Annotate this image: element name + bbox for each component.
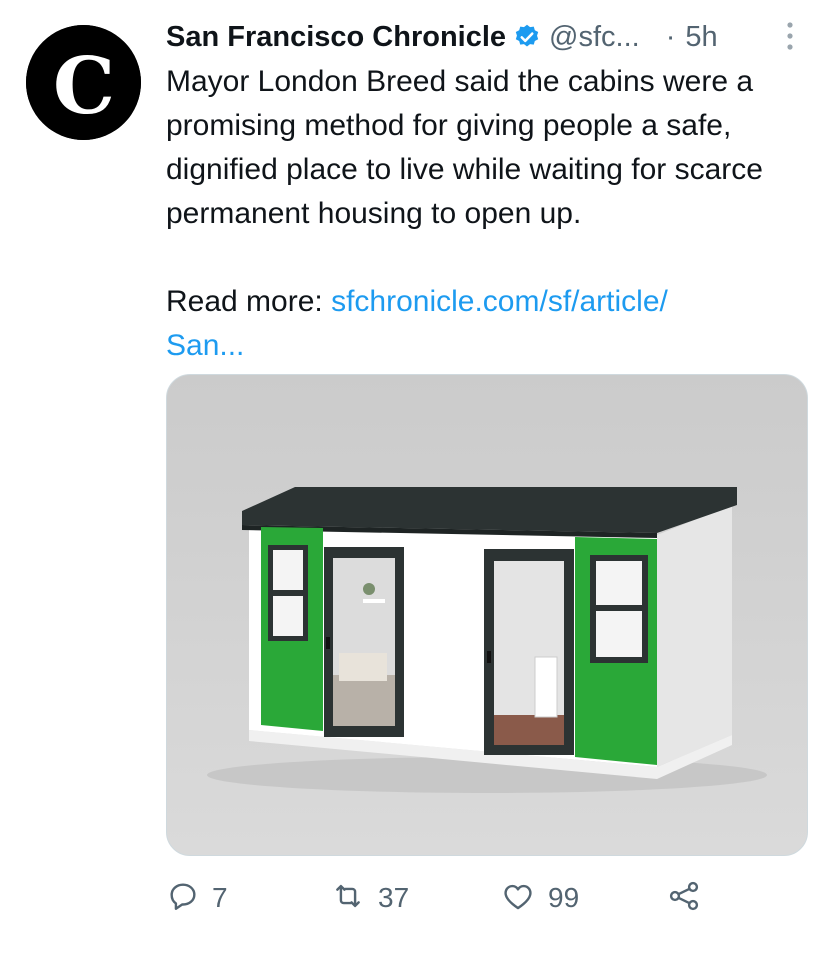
read-more-label: Read more:: [166, 285, 332, 318]
tweet-body: Mayor London Breed said the cabins were …: [166, 60, 816, 368]
retweet-count: 37: [378, 882, 410, 913]
read-more-line: Read more: sfchronicle.com/sf/article/: [166, 280, 816, 324]
author-name[interactable]: San Francisco Chronicle: [166, 21, 506, 54]
avatar-letter: C: [53, 41, 115, 132]
tweet-header: San Francisco Chronicle @sfc... · 5h: [166, 17, 806, 57]
more-options-icon[interactable]: [784, 19, 796, 61]
article-link[interactable]: sfchronicle.com/sf/article/: [331, 285, 668, 318]
like-icon: [500, 879, 536, 918]
tweet-image[interactable]: [166, 374, 808, 856]
retweet-icon: [330, 879, 366, 918]
reply-count: 7: [212, 882, 228, 913]
share-icon: [666, 878, 702, 919]
avatar[interactable]: C: [26, 25, 141, 140]
tweet-timestamp[interactable]: 5h: [685, 21, 717, 54]
reply-button[interactable]: 7: [166, 874, 228, 922]
tweet-text: Mayor London Breed said the cabins were …: [166, 65, 763, 230]
article-link-continued[interactable]: San...: [166, 329, 244, 362]
like-count: 99: [548, 882, 580, 913]
reply-icon: [166, 879, 200, 918]
share-button[interactable]: [666, 874, 702, 922]
tweet-actions: 7 37 99: [0, 874, 833, 922]
verified-badge-icon: [513, 23, 541, 51]
like-button[interactable]: 99: [500, 874, 579, 922]
retweet-button[interactable]: 37: [330, 874, 409, 922]
author-handle[interactable]: @sfc...: [549, 21, 640, 54]
separator-dot: ·: [665, 20, 676, 53]
